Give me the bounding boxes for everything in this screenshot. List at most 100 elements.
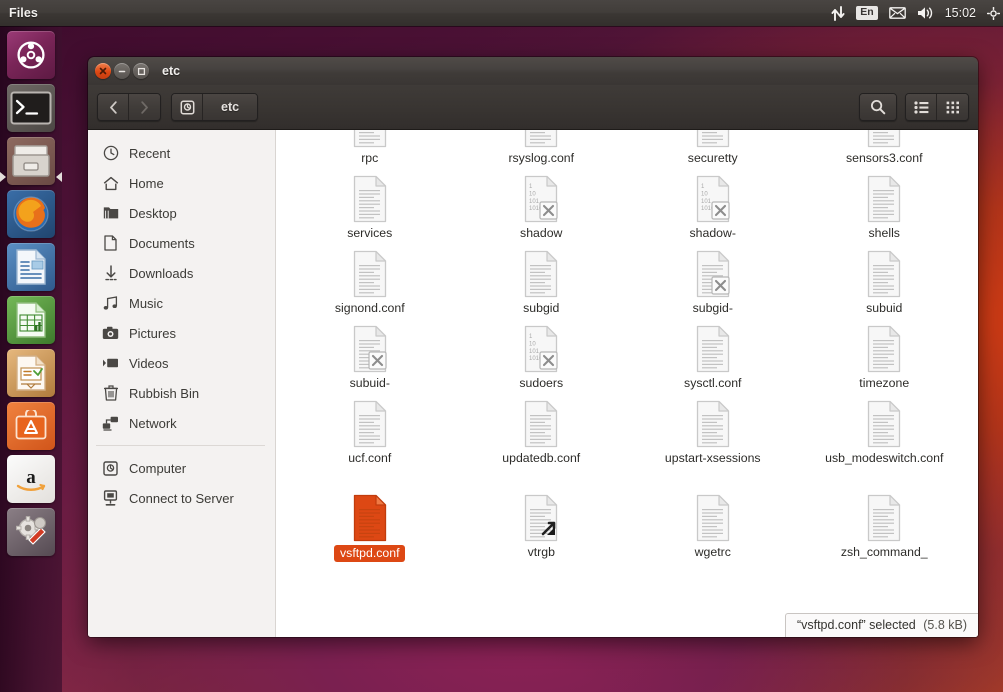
file-grid-area[interactable]: rpc rsyslog.conf securetty sensors3.conf ser…	[276, 130, 978, 637]
file-item[interactable]: upstart-xsessions	[627, 396, 799, 471]
launcher-item-ubuntu-dash-icon[interactable]	[7, 31, 55, 79]
close-icon[interactable]	[95, 63, 111, 79]
sidebar-item-network[interactable]: Network	[88, 408, 275, 438]
forward-arrow-icon[interactable]	[129, 94, 160, 120]
window-toolbar: etc	[88, 85, 978, 130]
unity-launcher: a	[0, 26, 62, 692]
sidebar-item-rubbish-bin[interactable]: Rubbish Bin	[88, 378, 275, 408]
file-item[interactable]: vtrgb	[456, 490, 628, 565]
file-icon	[521, 400, 561, 448]
file-icon	[350, 175, 390, 223]
file-item[interactable]: 1 10 101 1010 shadow-	[627, 171, 799, 246]
envelope-icon[interactable]	[888, 0, 906, 26]
keyboard-layout-indicator[interactable]: En	[856, 0, 878, 26]
file-item[interactable]: updatedb.conf	[456, 396, 628, 471]
file-item[interactable]: subgid-	[627, 246, 799, 321]
file-item[interactable]: usb_modeswitch.conf	[799, 396, 971, 490]
launcher-item-terminal-icon[interactable]	[7, 84, 55, 132]
status-selection-text: “vsftpd.conf” selected	[796, 618, 916, 632]
grid-view-icon[interactable]	[937, 94, 968, 120]
launcher-item-software-centre-icon[interactable]	[7, 402, 55, 450]
launcher-item-libreoffice-writer-icon[interactable]	[7, 243, 55, 291]
launcher-running-indicator-left	[0, 172, 6, 182]
file-item[interactable]: services	[284, 171, 456, 246]
sidebar-item-pictures[interactable]: Pictures	[88, 318, 275, 348]
launcher-item-libreoffice-impress-icon[interactable]	[7, 349, 55, 397]
file-item[interactable]: rpc	[284, 130, 456, 171]
file-item[interactable]: 1 10 101 1010 sudoers	[456, 321, 628, 396]
trash-icon	[102, 385, 119, 402]
maximize-icon[interactable]	[133, 63, 149, 79]
svg-text:101: 101	[529, 199, 540, 205]
sidebar-item-documents[interactable]: Documents	[88, 228, 275, 258]
status-size-text: (5.8 kB)	[923, 618, 967, 632]
file-icon	[521, 494, 561, 542]
file-icon	[693, 494, 733, 542]
sidebar-item-computer[interactable]: Computer	[88, 453, 275, 483]
sidebar-item-home[interactable]: Home	[88, 168, 275, 198]
sidebar-item-label: Desktop	[129, 205, 177, 221]
file-label: vsftpd.conf	[334, 545, 406, 562]
gear-icon[interactable]	[987, 0, 1000, 26]
sidebar-item-recent[interactable]: Recent	[88, 138, 275, 168]
breadcrumb-etc[interactable]: etc	[203, 94, 258, 120]
clock-label: 15:02	[944, 6, 976, 20]
file-item[interactable]: subgid	[456, 246, 628, 321]
file-item[interactable]: securetty	[627, 130, 799, 171]
file-label: wgetrc	[694, 545, 731, 559]
sidebar-item-connect-to-server[interactable]: Connect to Server	[88, 483, 275, 513]
file-item[interactable]: shells	[799, 171, 971, 246]
file-item[interactable]: ucf.conf	[284, 396, 456, 471]
file-icon	[350, 130, 390, 148]
toolbar-right-group	[859, 93, 969, 121]
file-icon	[521, 130, 561, 148]
network-updown-icon[interactable]	[831, 0, 845, 26]
sidebar-item-label: Pictures	[129, 325, 176, 341]
file-item[interactable]: signond.conf	[284, 246, 456, 321]
minimize-icon[interactable]	[114, 63, 130, 79]
file-item[interactable]: rsyslog.conf	[456, 130, 628, 171]
files-window: etc etc Recent Home Desktop Documents Do…	[88, 57, 978, 637]
sidebar-item-label: Rubbish Bin	[129, 385, 200, 401]
file-label: ucf.conf	[348, 451, 392, 465]
sidebar-item-videos[interactable]: Videos	[88, 348, 275, 378]
file-item[interactable]: zsh_command_	[799, 490, 971, 565]
launcher-item-amazon-icon[interactable]: a	[7, 455, 55, 503]
file-item[interactable]: sysctl.conf	[627, 321, 799, 396]
file-item[interactable]: vsftpd.conf	[284, 490, 456, 565]
navigation-buttons	[97, 93, 161, 121]
list-view-icon[interactable]	[906, 94, 937, 120]
panel-app-menu-title[interactable]: Files	[9, 6, 38, 20]
sidebar-item-desktop[interactable]: Desktop	[88, 198, 275, 228]
clock-indicator[interactable]: 15:02	[945, 0, 976, 26]
computer-icon[interactable]	[172, 94, 203, 120]
speaker-icon[interactable]	[917, 0, 934, 26]
launcher-item-firefox-icon[interactable]	[7, 190, 55, 238]
file-icon	[693, 400, 733, 448]
search-icon[interactable]	[860, 94, 896, 120]
file-icon: 1 10 101 1010	[693, 175, 733, 223]
file-item[interactable]: subuid-	[284, 321, 456, 396]
sidebar-item-label: Videos	[129, 355, 169, 371]
sidebar-separator	[96, 445, 265, 446]
window-titlebar[interactable]: etc	[88, 57, 978, 85]
file-label: rsyslog.conf	[508, 151, 575, 165]
icon-view: rpc rsyslog.conf securetty sensors3.conf ser…	[276, 130, 978, 565]
sidebar-item-downloads[interactable]: Downloads	[88, 258, 275, 288]
launcher-item-files-icon[interactable]	[7, 137, 55, 185]
file-item[interactable]: timezone	[799, 321, 971, 396]
file-label: shadow	[520, 226, 563, 240]
file-item[interactable]: wgetrc	[627, 490, 799, 565]
file-icon	[864, 494, 904, 542]
file-item[interactable]: 1 10 101 1010 shadow	[456, 171, 628, 246]
launcher-focused-indicator-right	[56, 172, 62, 182]
launcher-item-system-settings-icon[interactable]	[7, 508, 55, 556]
file-item[interactable]: subuid	[799, 246, 971, 321]
svg-text:10: 10	[529, 341, 536, 347]
file-item[interactable]: sensors3.conf	[799, 130, 971, 171]
sidebar-item-music[interactable]: Music	[88, 288, 275, 318]
back-arrow-icon[interactable]	[98, 94, 129, 120]
sidebar-item-label: Network	[129, 415, 177, 431]
status-bar: “vsftpd.conf” selected (5.8 kB)	[784, 613, 978, 637]
launcher-item-libreoffice-calc-icon[interactable]	[7, 296, 55, 344]
